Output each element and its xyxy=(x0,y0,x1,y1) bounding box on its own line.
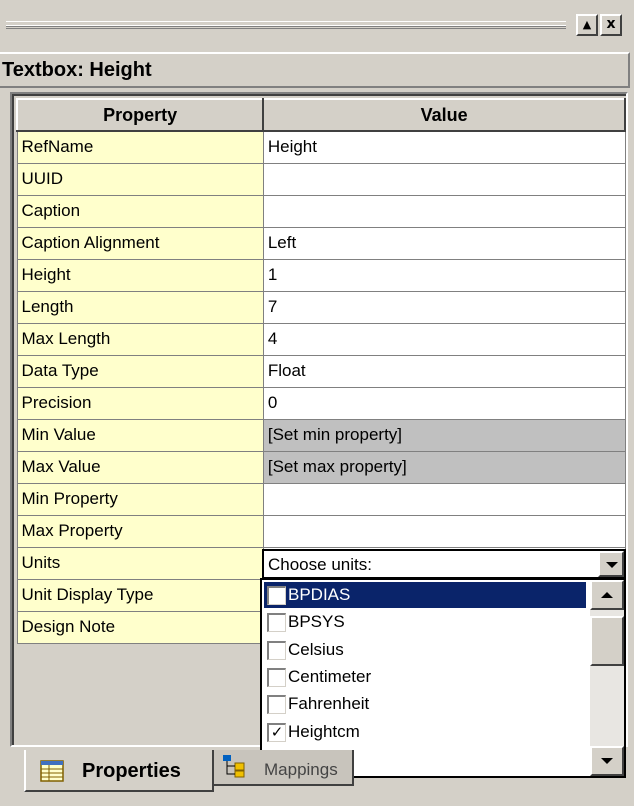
property-value[interactable]: [Set min property] xyxy=(262,418,626,452)
units-combobox-value: Choose units: xyxy=(268,555,372,574)
property-row[interactable]: Max Value [Set max property] xyxy=(16,450,626,484)
up-arrow-icon: ▲ xyxy=(582,18,592,31)
property-row[interactable]: Height 1 xyxy=(16,258,626,292)
properties-grid-icon xyxy=(40,760,64,782)
tab-properties[interactable]: Properties xyxy=(24,750,214,792)
property-value[interactable]: [Set max property] xyxy=(262,450,626,484)
property-name: Precision xyxy=(16,386,264,420)
property-name: Max Length xyxy=(16,322,264,356)
tab-mappings[interactable]: Mappings xyxy=(214,750,354,786)
units-option[interactable]: Celsius xyxy=(264,637,586,663)
units-option[interactable]: Fahrenheit xyxy=(264,691,586,717)
property-row[interactable]: Max Property xyxy=(16,514,626,548)
units-option-label: Heightcm xyxy=(288,721,360,741)
units-option[interactable]: ✓ Heightcm xyxy=(264,719,586,745)
checkbox[interactable] xyxy=(267,640,286,660)
property-value[interactable]: 1 xyxy=(262,258,626,292)
column-header-property[interactable]: Property xyxy=(15,98,265,132)
property-row[interactable]: Caption Alignment Left xyxy=(16,226,626,260)
property-row[interactable]: Max Length 4 xyxy=(16,322,626,356)
property-value[interactable]: 4 xyxy=(262,322,626,356)
units-combobox[interactable]: Choose units: xyxy=(262,549,626,579)
units-option-label: Centimeter xyxy=(288,666,372,686)
property-name: Length xyxy=(16,290,264,324)
property-row[interactable]: RefName Height xyxy=(16,130,626,164)
close-button[interactable]: x xyxy=(600,14,622,36)
checkbox[interactable] xyxy=(267,667,286,687)
property-row[interactable]: Min Property xyxy=(16,482,626,516)
property-row[interactable]: Caption xyxy=(16,194,626,228)
units-option-label: Celsius xyxy=(288,639,344,659)
units-option-label: BPDIAS xyxy=(288,585,351,604)
property-name: Unit Display Type xyxy=(16,578,264,612)
units-option[interactable]: BPSYS xyxy=(264,609,586,635)
property-name: Design Note xyxy=(16,610,264,644)
checkbox[interactable] xyxy=(267,695,286,715)
property-value[interactable]: 0 xyxy=(262,386,626,420)
scroll-up-button[interactable] xyxy=(590,580,624,610)
arrow-up-icon xyxy=(601,592,613,598)
chevron-down-icon xyxy=(606,562,618,568)
units-dropdown-button[interactable] xyxy=(598,551,624,577)
property-name: Max Value xyxy=(16,450,264,484)
panel-title-bar: ▲ x xyxy=(0,14,634,38)
tab-strip: Mappings Properties xyxy=(0,746,634,806)
panel-header: Textbox: Height xyxy=(0,52,630,88)
property-value[interactable] xyxy=(262,482,626,516)
property-name: Caption Alignment xyxy=(16,226,264,260)
property-row[interactable]: Data Type Float xyxy=(16,354,626,388)
maximize-button[interactable]: ▲ xyxy=(576,14,598,36)
property-value[interactable] xyxy=(262,514,626,548)
property-row[interactable]: Precision 0 xyxy=(16,386,626,420)
property-name: Max Property xyxy=(16,514,264,548)
tab-properties-label: Properties xyxy=(82,760,181,782)
property-value[interactable]: Float xyxy=(262,354,626,388)
property-row[interactable]: Min Value [Set min property] xyxy=(16,418,626,452)
property-name: UUID xyxy=(16,162,264,196)
property-name: Units xyxy=(16,546,264,580)
property-name: Min Property xyxy=(16,482,264,516)
units-option-label: BPSYS xyxy=(288,612,345,632)
close-icon: x xyxy=(606,16,616,32)
drag-grip[interactable] xyxy=(6,21,566,29)
property-value[interactable] xyxy=(262,162,626,196)
units-option[interactable]: Centimeter xyxy=(264,664,586,690)
property-name: Data Type xyxy=(16,354,264,388)
property-value[interactable]: Left xyxy=(262,226,626,260)
property-row[interactable]: UUID xyxy=(16,162,626,196)
units-option[interactable]: BPDIAS xyxy=(264,582,586,608)
scroll-thumb[interactable] xyxy=(590,616,624,666)
checkbox[interactable] xyxy=(267,613,286,633)
property-row[interactable]: Length 7 xyxy=(16,290,626,324)
column-header-value[interactable]: Value xyxy=(262,98,626,132)
tab-mappings-label: Mappings xyxy=(264,760,338,779)
property-value[interactable] xyxy=(262,194,626,228)
property-name: Caption xyxy=(16,194,264,228)
property-name: Min Value xyxy=(16,418,264,452)
checkbox[interactable] xyxy=(267,586,286,605)
property-name: RefName xyxy=(16,130,264,164)
property-value[interactable]: 7 xyxy=(262,290,626,324)
property-value[interactable]: Height xyxy=(262,130,626,164)
units-option-label: Fahrenheit xyxy=(288,694,370,714)
property-name: Height xyxy=(16,258,264,292)
mappings-icon xyxy=(223,755,245,778)
checkbox-checked[interactable]: ✓ xyxy=(267,722,286,742)
